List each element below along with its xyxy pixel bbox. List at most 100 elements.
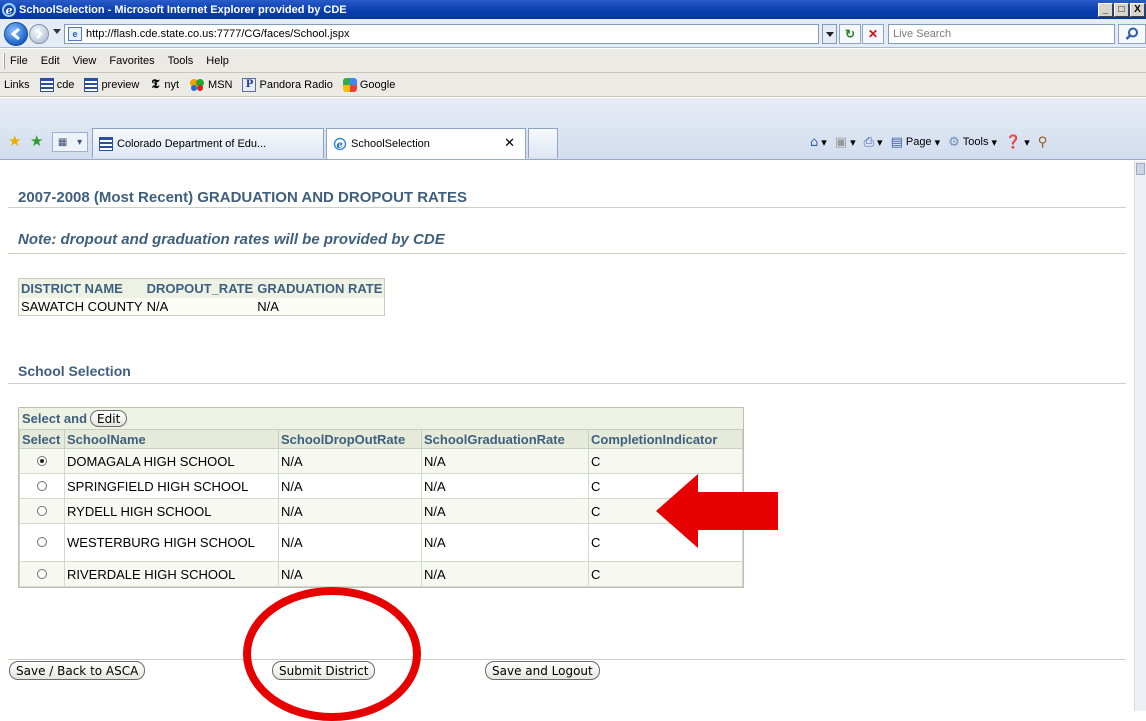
research-icon: ⚲ [1037,134,1048,150]
school-selection-table: Select SchoolName SchoolDropOutRate Scho… [19,429,743,587]
graduation-rate-header: GRADUATION RATE [255,278,385,298]
google-icon [342,77,357,92]
school-grad-cell: N/A [421,448,589,474]
refresh-button[interactable]: ↻ [839,24,861,44]
stop-button[interactable]: ✕ [862,24,884,44]
tools-menu-button[interactable]: ⚙ Tools ▾ [948,135,997,150]
feeds-button[interactable]: ▣ ▾ [835,135,856,150]
close-window-button[interactable]: X [1130,2,1145,17]
svg-text:e: e [6,4,13,17]
select-header: Select [19,429,65,449]
minimize-button[interactable]: _ [1098,2,1113,17]
school-name-cell: SPRINGFIELD HIGH SCHOOL [64,473,279,499]
school-select-radio[interactable] [37,505,47,516]
school-select-radio[interactable] [37,455,47,466]
tab-list-dropdown-icon: ▾ [77,136,83,148]
search-input[interactable]: Live Search [888,24,1115,44]
school-select-radio[interactable] [37,537,47,547]
district-name-cell: SAWATCH COUNTY [18,297,145,316]
completion-cell: C [588,561,743,587]
cde-icon [84,77,99,92]
tab-colorado-department[interactable]: Colorado Department of Edu... [92,128,324,158]
table-row: SAWATCH COUNTY N/A N/A [18,297,385,316]
link-nyt[interactable]: 𝕿 nyt [149,77,179,92]
school-dropout-cell: N/A [278,523,422,562]
menu-view[interactable]: View [73,55,97,67]
edit-button[interactable]: Edit [90,410,128,427]
print-icon: ⎙ [863,134,875,150]
home-icon: ⌂ [810,134,819,150]
section-title: School Selection [18,363,131,379]
command-bar: ⌂ ▾ ▣ ▾ ⎙ ▾ ▤ Page ▾ ⚙ Tools ▾ ❓ ▾ ⚲ [810,132,1058,152]
back-button[interactable] [4,22,28,46]
link-preview[interactable]: preview [84,77,139,92]
page-content: 2007-2008 (Most Recent) GRADUATION AND D… [0,161,1134,711]
district-name-header: DISTRICT NAME [18,278,145,298]
table-row[interactable]: RYDELL HIGH SCHOOL N/A N/A C [19,498,743,524]
page-menu-button[interactable]: ▤ Page ▾ [891,135,941,150]
link-google[interactable]: Google [342,77,396,92]
link-msn-label: MSN [208,78,233,91]
history-dropdown-icon[interactable] [53,29,61,34]
address-field[interactable]: e http://flash.cde.state.co.us:7777/CG/f… [64,24,819,44]
school-name-cell: WESTERBURG HIGH SCHOOL [64,523,279,562]
back-arrow-icon [10,27,20,41]
search-button[interactable] [1118,24,1146,44]
scrollbar-thumb[interactable] [1136,163,1145,175]
menu-file[interactable]: File [10,55,28,67]
table-row[interactable]: RIVERDALE HIGH SCHOOL N/A N/A C [19,561,743,587]
link-msn[interactable]: MSN [189,78,232,92]
vertical-scrollbar[interactable] [1134,161,1146,711]
school-dropout-rate-header[interactable]: SchoolDropOutRate [278,429,422,449]
district-rates-table: DISTRICT NAME DROPOUT_RATE GRADUATION RA… [18,278,386,316]
new-tab-button[interactable] [528,128,558,158]
school-name-header[interactable]: SchoolName [64,429,279,449]
maximize-button[interactable]: □ [1114,2,1129,17]
close-tab-icon[interactable]: ✕ [504,136,515,151]
research-button[interactable]: ⚲ [1038,135,1051,150]
table-row[interactable]: WESTERBURG HIGH SCHOOL N/A N/A C [19,523,743,562]
links-bar: Links cde preview 𝕿 nyt MSN P Pandora Ra… [0,73,1146,97]
home-button[interactable]: ⌂ ▾ [810,135,827,150]
refresh-icon: ↻ [844,27,856,41]
menu-tools[interactable]: Tools [168,55,194,67]
msn-butterfly-icon [190,78,205,91]
save-logout-button[interactable]: Save and Logout [485,661,600,680]
school-grad-cell: N/A [421,473,589,499]
forward-button[interactable] [29,24,49,44]
favorites-center-icon[interactable]: ★ [8,132,21,150]
link-cde-label: cde [56,78,75,91]
pandora-icon: P [242,77,257,92]
school-select-radio[interactable] [37,480,47,491]
section-divider [8,383,1126,384]
add-favorites-icon[interactable]: ★ [30,132,43,150]
selection-toolbar: Select and Edit [19,408,743,429]
address-toolbar: e http://flash.cde.state.co.us:7777/CG/f… [0,19,1146,48]
save-back-button[interactable]: Save / Back to ASCA [9,661,146,680]
menu-edit[interactable]: Edit [41,55,60,67]
menu-help[interactable]: Help [206,55,229,67]
quick-tabs-button[interactable]: ▦ ▾ [52,132,88,152]
completion-cell: C [588,448,743,474]
link-cde[interactable]: cde [39,77,75,92]
quick-tabs-icon: ▦ [57,136,68,148]
help-button[interactable]: ❓ ▾ [1005,135,1030,150]
page-menu-label: Page [905,136,932,148]
print-button[interactable]: ⎙ ▾ [864,135,883,150]
cde-icon [39,77,54,92]
school-graduation-rate-header[interactable]: SchoolGraduationRate [421,429,589,449]
search-icon [1125,27,1138,40]
school-name-cell: DOMAGALA HIGH SCHOOL [64,448,279,474]
tab-label: Colorado Department of Edu... [117,137,267,150]
table-row[interactable]: SPRINGFIELD HIGH SCHOOL N/A N/A C [19,473,743,499]
link-pandora[interactable]: P Pandora Radio [242,77,333,92]
menu-favorites[interactable]: Favorites [109,55,154,67]
tab-school-selection[interactable]: e SchoolSelection ✕ [326,128,526,159]
table-row[interactable]: DOMAGALA HIGH SCHOOL N/A N/A C [19,448,743,474]
completion-indicator-header[interactable]: CompletionIndicator [588,429,743,449]
school-select-radio[interactable] [37,568,47,579]
link-google-label: Google [359,78,396,91]
address-dropdown-button[interactable] [822,24,837,44]
help-icon: ❓ [1005,134,1022,150]
toolbar-grip [3,53,5,69]
